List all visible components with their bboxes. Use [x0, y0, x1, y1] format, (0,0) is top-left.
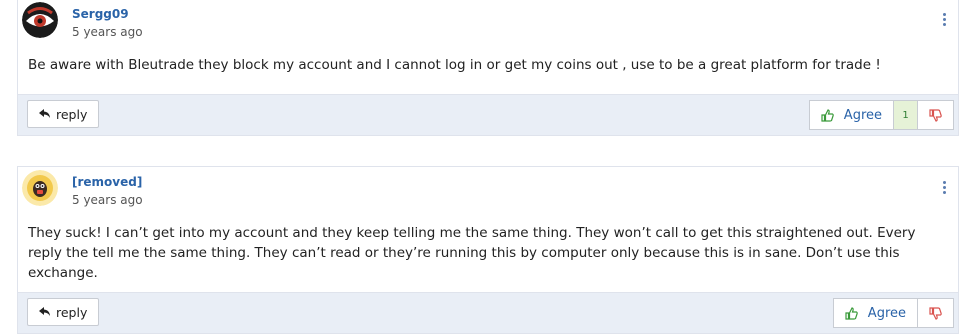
thumbs-up-icon [845, 306, 858, 320]
reply-button[interactable]: reply [27, 100, 100, 128]
reply-button[interactable]: reply [27, 298, 100, 326]
disagree-button[interactable] [918, 100, 954, 130]
comment-card: [removed] 5 years ago They suck! I can’t… [17, 166, 959, 334]
eye-avatar-icon[interactable] [22, 2, 58, 38]
agree-button[interactable]: Agree [832, 298, 918, 328]
thumbs-down-icon [929, 306, 942, 320]
thumbs-down-icon [929, 108, 942, 122]
thumbs-up-icon [821, 108, 834, 122]
comment-card: Sergg09 5 years ago Be aware with Bleutr… [17, 0, 959, 136]
comment-header: [removed] 5 years ago [18, 167, 958, 211]
comment-footer: reply Agree [18, 292, 958, 333]
reply-label: reply [56, 304, 88, 320]
more-options-icon[interactable] [943, 181, 947, 196]
timestamp: 5 years ago [72, 25, 143, 39]
agree-count: 1 [894, 100, 918, 130]
mascot-avatar-icon[interactable] [22, 170, 58, 206]
agree-label: Agree [867, 305, 906, 321]
agree-label: Agree [843, 107, 882, 123]
comment-footer: reply Agree 1 [18, 94, 958, 135]
timestamp: 5 years ago [72, 193, 143, 207]
comment-header: Sergg09 5 years ago [18, 0, 958, 43]
reply-label: reply [56, 106, 88, 122]
comment-text: Be aware with Bleutrade they block my ac… [28, 57, 881, 73]
disagree-button[interactable] [918, 298, 954, 328]
vote-group: Agree [832, 298, 954, 328]
comment-text: They suck! I can’t get into my account a… [28, 225, 916, 281]
reply-arrow-icon [39, 307, 50, 316]
username[interactable]: [removed] [72, 175, 142, 189]
agree-button[interactable]: Agree [808, 100, 894, 130]
username[interactable]: Sergg09 [72, 7, 129, 21]
reply-arrow-icon [39, 109, 50, 118]
vote-group: Agree 1 [808, 100, 954, 130]
more-options-icon[interactable] [943, 13, 947, 28]
